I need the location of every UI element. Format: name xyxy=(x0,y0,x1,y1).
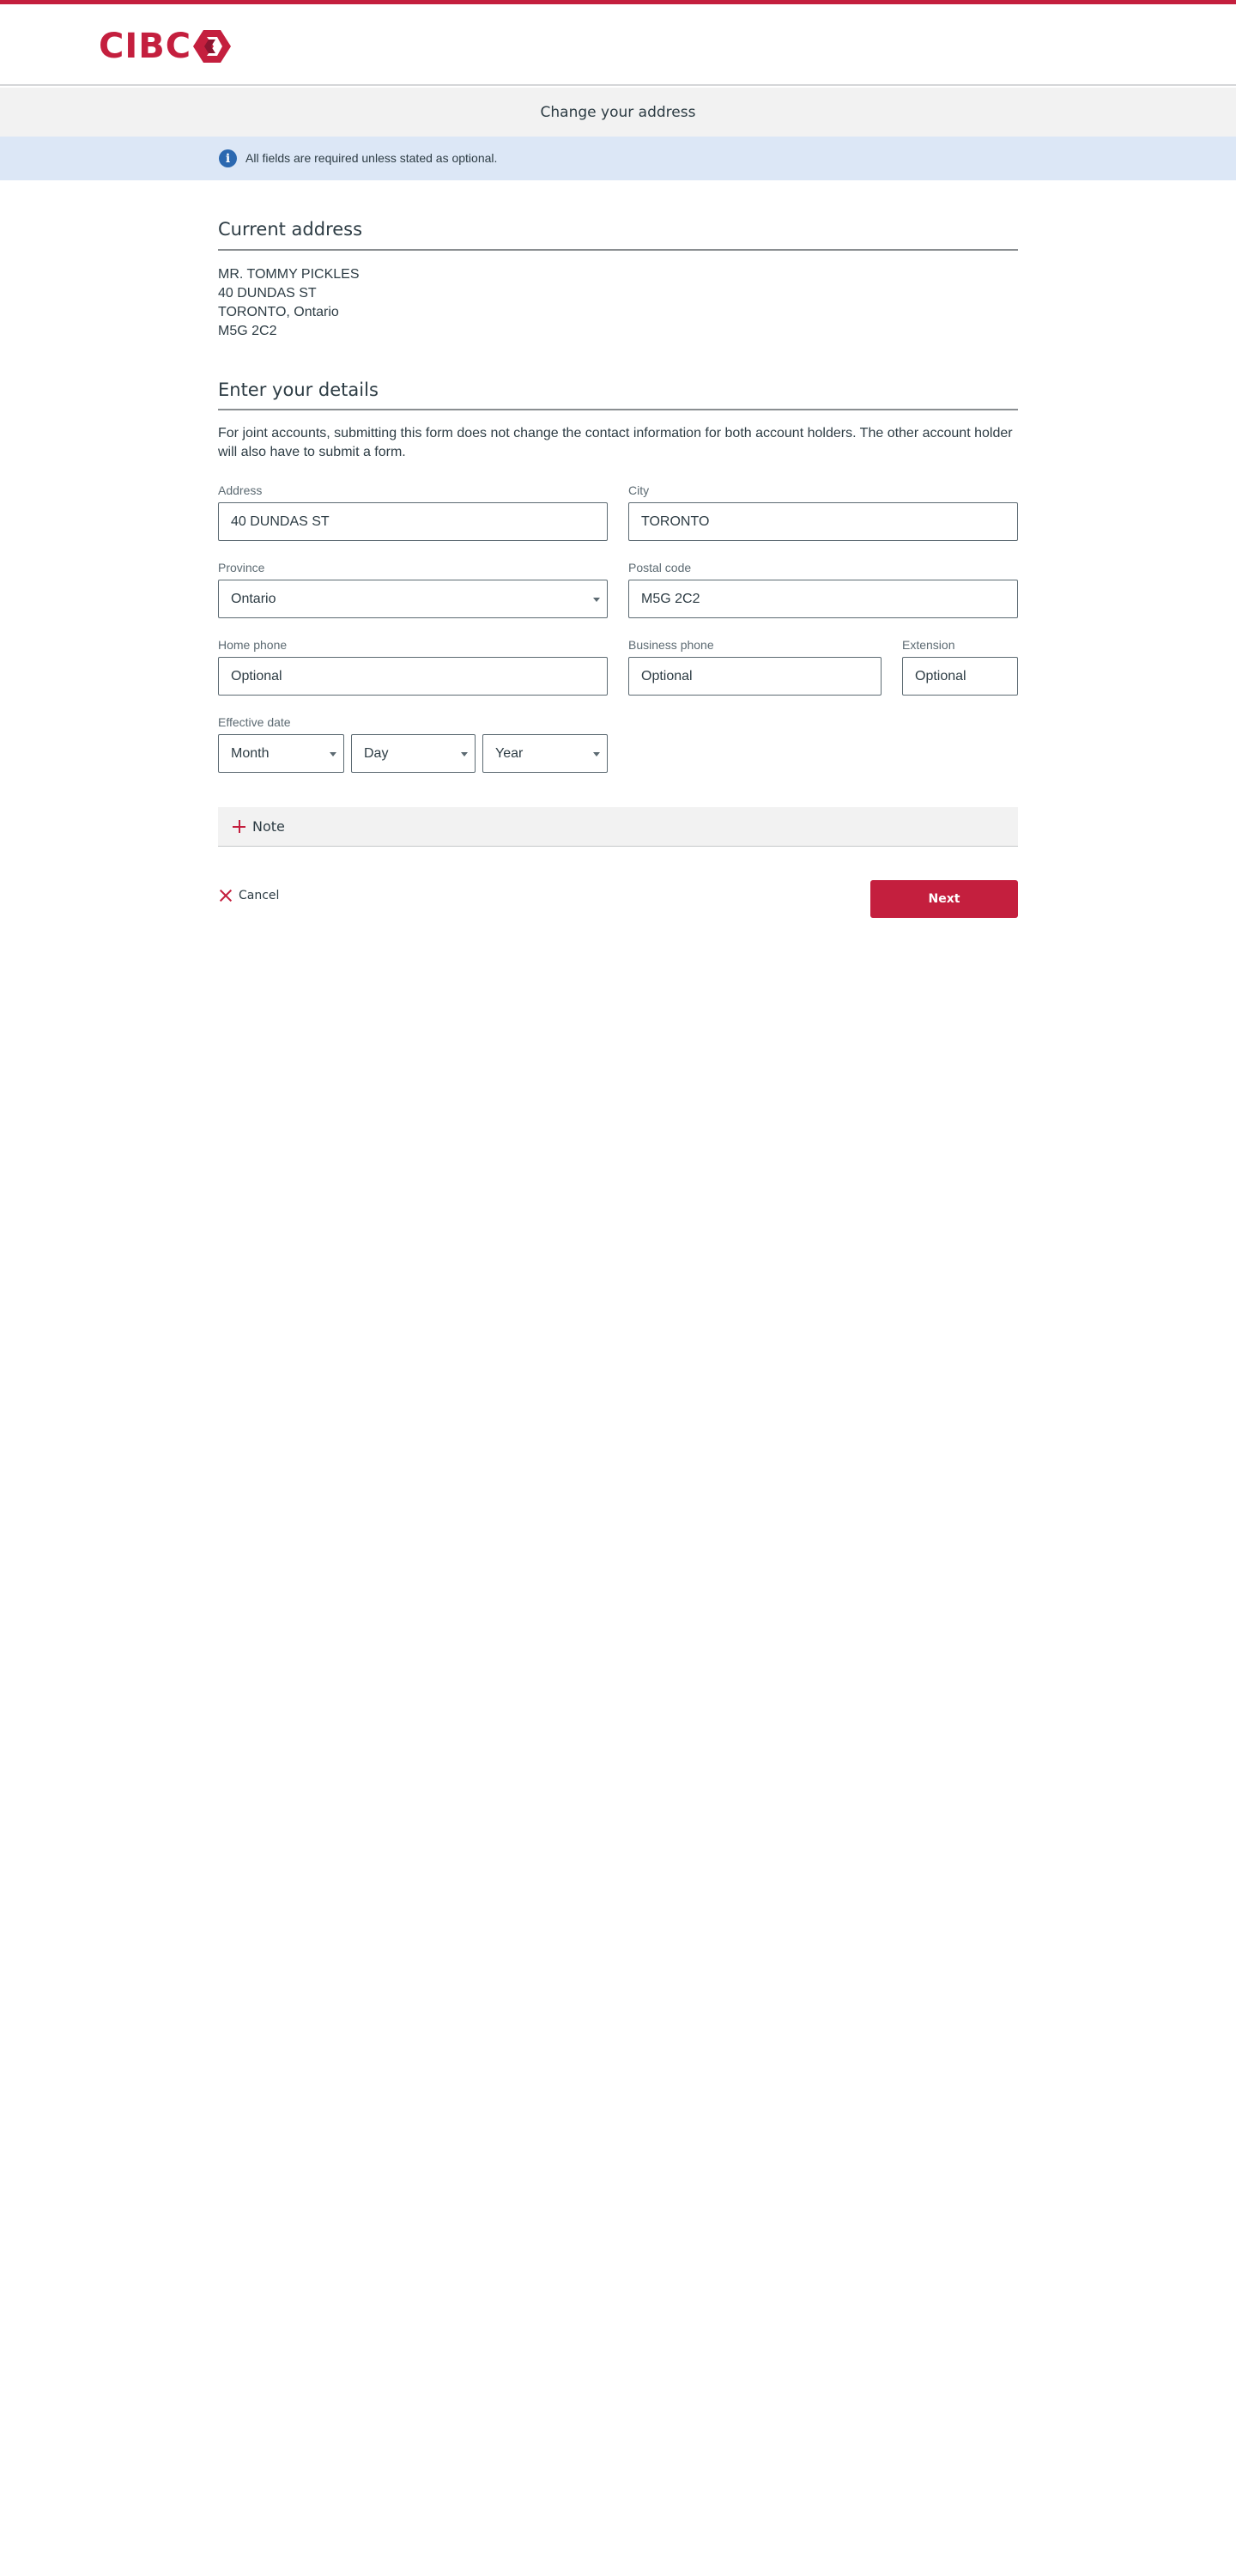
postal-code-input-value: M5G 2C2 xyxy=(641,591,700,606)
cibc-chevron-logo-icon xyxy=(193,30,232,63)
year-select-value: Year xyxy=(495,745,524,761)
note-expander[interactable]: Note xyxy=(218,807,1018,847)
city-input[interactable]: TORONTO xyxy=(628,502,1018,541)
month-select-value: Month xyxy=(231,745,270,761)
info-icon: i xyxy=(219,149,237,167)
page-title: Change your address xyxy=(540,103,696,121)
effective-date-label: Effective date xyxy=(218,715,291,729)
home-phone-placeholder: Optional xyxy=(231,668,282,683)
section-divider xyxy=(218,249,1018,251)
effective-year-select[interactable]: Year xyxy=(482,734,608,773)
address-line-postal: M5G 2C2 xyxy=(218,324,277,338)
city-label: City xyxy=(628,483,650,497)
site-header: CIBC xyxy=(0,4,1236,86)
effective-month-select[interactable]: Month xyxy=(218,734,344,773)
effective-day-select[interactable]: Day xyxy=(351,734,476,773)
plus-icon xyxy=(230,807,264,847)
info-banner-text: All fields are required unless stated as… xyxy=(245,151,498,165)
chevron-down-icon xyxy=(593,598,600,602)
extension-label: Extension xyxy=(902,638,955,652)
section-divider xyxy=(218,409,1018,410)
business-phone-input[interactable]: Optional xyxy=(628,657,882,696)
address-label: Address xyxy=(218,483,263,497)
chevron-down-icon xyxy=(461,752,468,756)
province-select-value: Ontario xyxy=(231,591,276,606)
cancel-label: Cancel xyxy=(239,889,280,902)
address-line-street: 40 DUNDAS ST xyxy=(218,286,317,301)
province-label: Province xyxy=(218,561,265,574)
business-phone-label: Business phone xyxy=(628,638,714,652)
address-input-value: 40 DUNDAS ST xyxy=(231,513,330,529)
close-icon xyxy=(218,888,233,903)
chevron-down-icon xyxy=(593,752,600,756)
info-banner: i All fields are required unless stated … xyxy=(0,137,1236,180)
address-line-name: MR. TOMMY PICKLES xyxy=(218,267,360,282)
joint-account-notice: For joint accounts, submitting this form… xyxy=(218,426,1013,459)
postal-code-input[interactable]: M5G 2C2 xyxy=(628,580,1018,618)
current-address-block: MR. TOMMY PICKLES 40 DUNDAS ST TORONTO, … xyxy=(218,265,359,341)
current-address-heading: Current address xyxy=(218,219,363,240)
day-select-value: Day xyxy=(364,745,389,761)
chevron-down-icon xyxy=(330,752,336,756)
city-input-value: TORONTO xyxy=(641,513,710,529)
next-button[interactable]: Next xyxy=(870,880,1018,918)
address-line-city: TORONTO, Ontario xyxy=(218,305,339,319)
postal-code-label: Postal code xyxy=(628,561,692,574)
extension-placeholder: Optional xyxy=(915,668,966,683)
province-select[interactable]: Ontario xyxy=(218,580,608,618)
details-heading: Enter your details xyxy=(218,380,379,400)
business-phone-placeholder: Optional xyxy=(641,668,693,683)
home-phone-input[interactable]: Optional xyxy=(218,657,608,696)
address-input[interactable]: 40 DUNDAS ST xyxy=(218,502,608,541)
cancel-button[interactable]: Cancel xyxy=(218,888,279,903)
extension-input[interactable]: Optional xyxy=(902,657,1018,696)
page-title-bar: Change your address xyxy=(0,88,1236,137)
cibc-logo[interactable]: CIBC xyxy=(99,27,232,66)
logo-wordmark: CIBC xyxy=(99,27,192,66)
home-phone-label: Home phone xyxy=(218,638,288,652)
